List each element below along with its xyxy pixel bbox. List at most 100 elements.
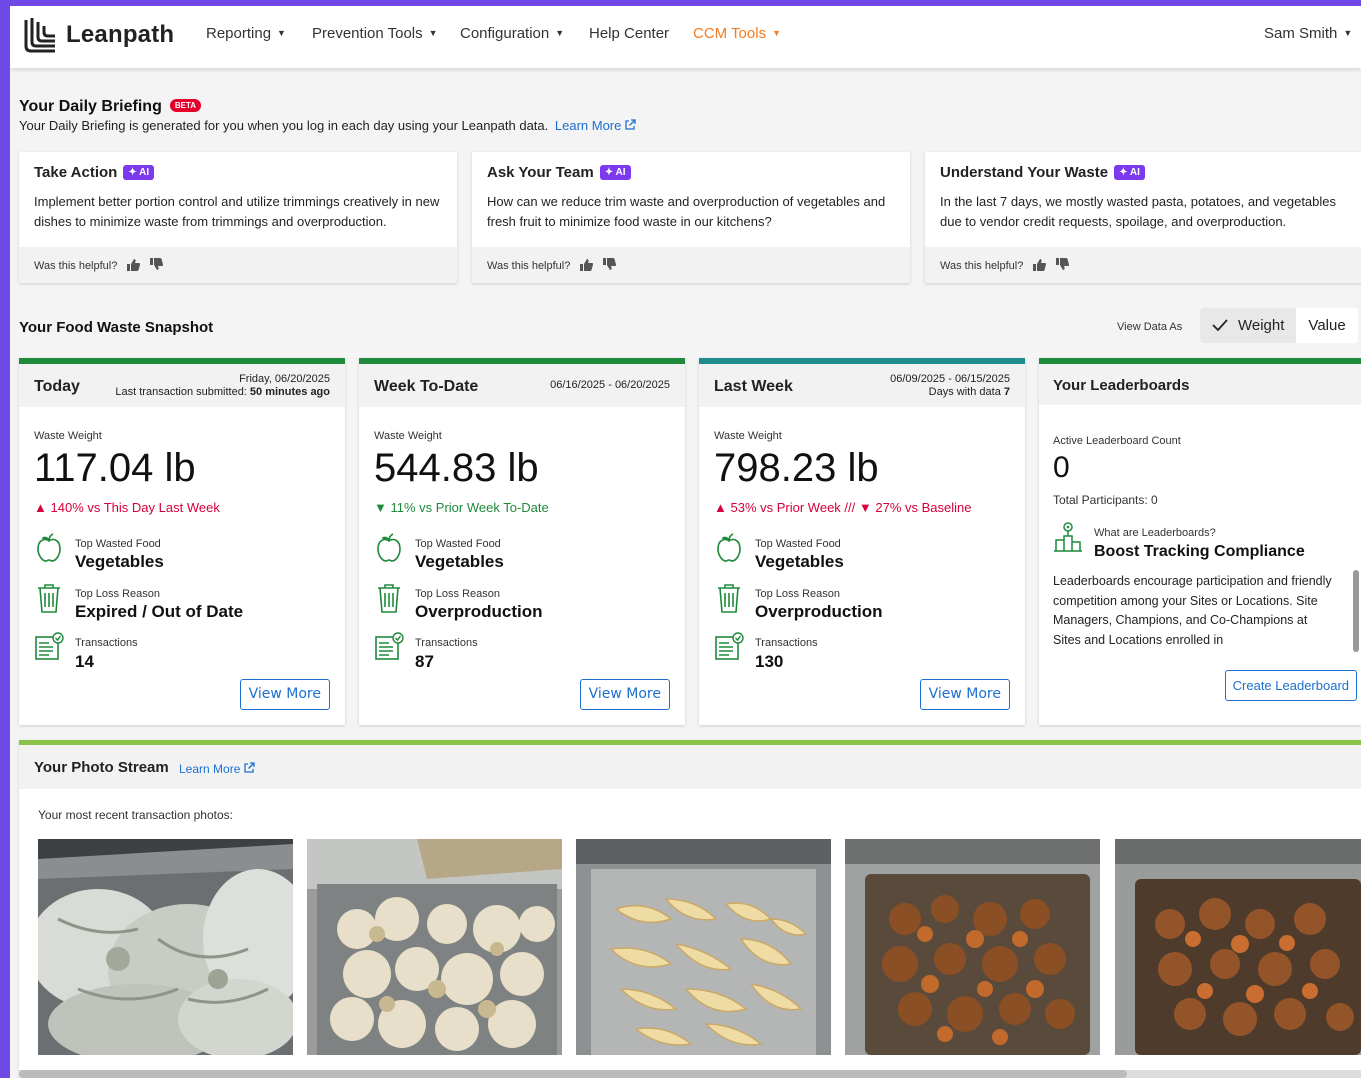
leaderboard-card: Your Leaderboards Active Leaderboard Cou… (1039, 358, 1361, 725)
meta-prefix: Days with data (928, 386, 1004, 398)
total-participants: Total Participants: 0 (1053, 493, 1158, 507)
helpful-footer: Was this helpful? (925, 247, 1361, 283)
active-leaderboard-count: 0 (1053, 451, 1070, 484)
ai-badge-label: AI (1129, 167, 1140, 178)
delta-separator: /// (844, 500, 856, 515)
potato-wedges-tray-image (576, 839, 831, 1055)
photo-stream-learn-more-link[interactable]: Learn More (179, 762, 256, 776)
helpful-label: Was this helpful? (487, 260, 571, 272)
thumbs-up-icon[interactable] (579, 258, 594, 271)
transactions-value: 130 (755, 652, 784, 671)
leaderboard-headline: Boost Tracking Compliance (1094, 543, 1305, 560)
top-loss-value: Overproduction (415, 602, 543, 621)
brand-name: Leanpath (66, 21, 175, 48)
waste-weight-value: 798.23 lb (714, 446, 879, 490)
card-title: Last Week (714, 378, 793, 395)
checklist-icon (35, 632, 64, 660)
top-loss-label: Top Loss Reason (75, 588, 160, 600)
transactions-label: Transactions (75, 637, 138, 649)
scrollbar-thumb[interactable] (1353, 570, 1359, 652)
ai-badge: ✦ AI (599, 165, 631, 180)
card-header: Week To-Date 06/16/2025 - 06/20/2025 (359, 364, 685, 407)
photo-stream-subtitle: Your most recent transaction photos: (38, 808, 233, 822)
helpful-footer: Was this helpful? (19, 247, 457, 283)
nav-configuration[interactable]: Configuration ▼ (460, 25, 564, 42)
card-meta: Friday, 06/20/2025 Last transaction subm… (115, 373, 330, 399)
transaction-photo-potato-wedges[interactable] (576, 839, 831, 1055)
top-food-value: Vegetables (75, 552, 164, 571)
delta-text-prior-week: 53% vs Prior Week (730, 500, 841, 515)
waste-weight-value: 117.04 lb (34, 446, 196, 490)
toggle-weight[interactable]: Weight (1200, 308, 1297, 343)
top-loss-value: Overproduction (755, 602, 883, 621)
helpful-footer: Was this helpful? (472, 247, 910, 283)
nav-help-center[interactable]: Help Center (589, 25, 669, 42)
top-loss-value: Expired / Out of Date (75, 602, 244, 621)
snapshot-card-last-week: Last Week 06/09/2025 - 06/15/2025 Days w… (699, 358, 1025, 725)
create-leaderboard-button[interactable]: Create Leaderboard (1224, 670, 1357, 701)
card-meta: 06/09/2025 - 06/15/2025 Days with data 7 (890, 373, 1010, 399)
ai-badge-label: AI (139, 167, 150, 178)
description-scrollbar[interactable] (1353, 570, 1359, 652)
active-leaderboard-count-label: Active Leaderboard Count (1053, 435, 1181, 447)
transaction-photo-roasted-vegetables[interactable] (1115, 839, 1361, 1055)
nav-reporting[interactable]: Reporting ▼ (206, 25, 286, 42)
beta-badge: BETA (169, 99, 202, 112)
view-more-button[interactable]: View More (579, 679, 670, 710)
view-more-button[interactable]: View More (919, 679, 1010, 710)
chicken-tray-image (38, 839, 293, 1055)
thumbs-up-icon[interactable] (1032, 258, 1047, 271)
meta-prefix: Last transaction submitted: (115, 386, 250, 398)
briefing-card-body: Implement better portion control and uti… (34, 194, 440, 229)
transaction-photo-chicken[interactable] (38, 839, 293, 1055)
card-title-text: Take Action (34, 164, 118, 181)
brand-logo[interactable]: Leanpath (20, 16, 174, 54)
card-title: Week To-Date (374, 378, 479, 395)
briefing-card-body: In the last 7 days, we mostly wasted pas… (940, 194, 1337, 229)
briefing-subtitle: Your Daily Briefing is generated for you… (19, 118, 637, 133)
toggle-value-label: Value (1308, 317, 1346, 334)
horizontal-scrollbar[interactable] (19, 1070, 1361, 1078)
briefing-card-take-action: Take Action ✦ AI Implement better portion… (19, 152, 457, 283)
apple-icon (377, 533, 401, 562)
roasted-sweet-potato-tray-image (845, 839, 1100, 1055)
card-title: Today (34, 378, 80, 395)
thumbs-down-icon[interactable] (602, 258, 617, 271)
cauliflower-tray-image (307, 839, 562, 1055)
transaction-photo-cauliflower[interactable] (307, 839, 562, 1055)
delta-text: 11% vs Prior Week To-Date (390, 500, 549, 515)
delta-indicator: ▲ 53% vs Prior Week /// ▼ 27% vs Baselin… (714, 500, 972, 515)
meta-bold: 7 (1003, 386, 1010, 398)
trash-can-icon (38, 584, 60, 613)
helpful-label: Was this helpful? (34, 260, 118, 272)
card-header: Today Friday, 06/20/2025 Last transactio… (19, 364, 345, 407)
checkmark-icon (1212, 319, 1228, 331)
waste-weight-label: Waste Weight (714, 430, 782, 442)
user-menu[interactable]: Sam Smith ▼ (1264, 25, 1352, 42)
delta-text-baseline: 27% vs Baseline (875, 500, 972, 515)
delta-indicator: ▲ 140% vs This Day Last Week (34, 500, 220, 515)
nav-ccm-tools[interactable]: CCM Tools ▼ (693, 25, 781, 42)
transaction-photo-roasted-sweet-potato[interactable] (845, 839, 1100, 1055)
nav-prevention-tools[interactable]: Prevention Tools ▼ (312, 25, 438, 42)
card-meta-date: 06/09/2025 - 06/15/2025 (890, 373, 1010, 385)
ai-badge-label: AI (615, 167, 626, 178)
briefing-learn-more-link[interactable]: Learn More (554, 118, 637, 133)
briefing-card-title: Ask Your Team ✦ AI (487, 164, 631, 181)
apple-icon (37, 533, 61, 562)
helpful-label: Was this helpful? (940, 260, 1024, 272)
toggle-weight-label: Weight (1238, 317, 1285, 334)
horizontal-scrollbar-thumb[interactable] (19, 1070, 1127, 1078)
card-header: Your Leaderboards (1039, 364, 1361, 405)
thumbs-down-icon[interactable] (1055, 258, 1070, 271)
view-more-button[interactable]: View More (239, 679, 330, 710)
nav-reporting-label: Reporting (206, 25, 272, 42)
thumbs-up-icon[interactable] (126, 258, 141, 271)
thumbs-down-icon[interactable] (149, 258, 164, 271)
card-header: Last Week 06/09/2025 - 06/15/2025 Days w… (699, 364, 1025, 407)
briefing-title-text: Your Daily Briefing (19, 98, 162, 115)
triangle-down-icon: ▼ (858, 500, 872, 515)
top-nav: Leanpath Reporting ▼ Prevention Tools ▼ Co… (10, 6, 1361, 68)
learn-more-label: Learn More (554, 118, 622, 133)
toggle-value[interactable]: Value (1296, 308, 1358, 343)
